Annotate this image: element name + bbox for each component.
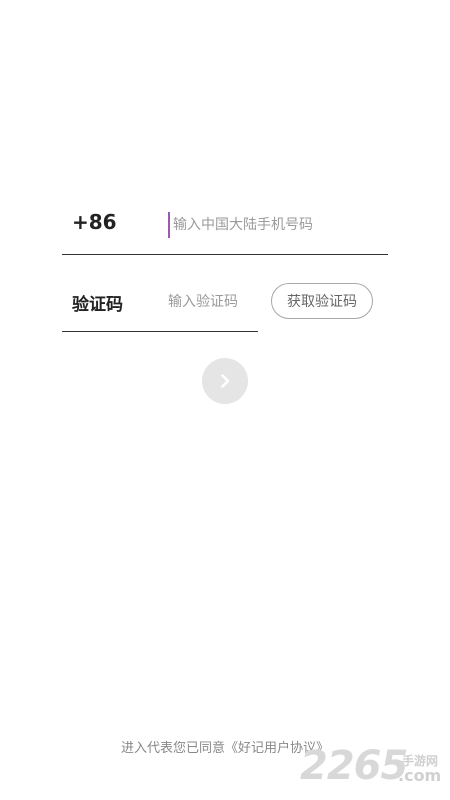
verification-code-label: 验证码 <box>72 295 123 315</box>
watermark-domain: .com <box>398 766 442 785</box>
get-code-button[interactable]: 获取验证码 <box>271 283 373 319</box>
verification-code-row: 验证码 <box>62 278 258 332</box>
verification-code-input[interactable] <box>168 290 256 314</box>
next-button[interactable] <box>202 358 248 404</box>
chevron-right-icon <box>221 374 230 388</box>
phone-row: +86 <box>62 200 388 255</box>
agreement-prefix: 进入代表您已同意 <box>120 741 225 756</box>
phone-number-input[interactable] <box>168 212 383 238</box>
country-code[interactable]: +86 <box>72 210 117 234</box>
agreement-text: 进入代表您已同意《好记用户协议》 <box>0 737 450 756</box>
user-agreement-link[interactable]: 《好记用户协议》 <box>225 741 329 756</box>
